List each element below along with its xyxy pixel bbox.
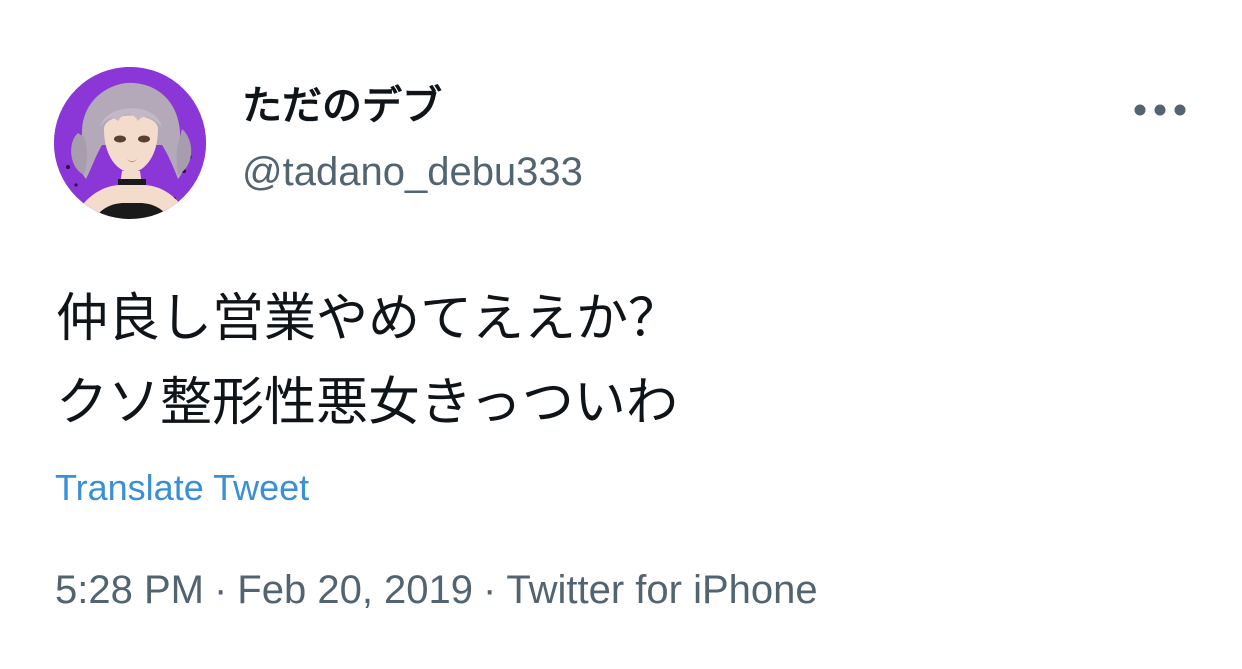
tweet-text-line: 仲良し営業やめてええか？: [56, 289, 681, 349]
display-name[interactable]: ただのデブ: [242, 80, 442, 132]
user-handle[interactable]: @tadano_debu333: [242, 148, 583, 196]
tweet-card: ただのデブ @tadano_debu333 仲良し営業やめてええか？ クソ整形性…: [0, 0, 1242, 669]
tweet-time[interactable]: 5:28 PM: [55, 568, 204, 612]
avatar-image: [54, 67, 206, 219]
separator: ·: [483, 568, 497, 612]
more-options-button[interactable]: [1128, 90, 1192, 130]
tweet-date[interactable]: Feb 20, 2019: [237, 568, 473, 612]
more-horizontal-icon: [1134, 104, 1186, 116]
tweet-text-line: クソ整形性悪女きっついわ: [56, 373, 678, 433]
separator: ·: [213, 568, 228, 612]
tweet-text: 仲良し営業やめてええか？ クソ整形性悪女きっついわ: [56, 277, 1196, 445]
tweet-metadata: 5:28 PM · Feb 20, 2019 · Twitter for iPhone: [55, 565, 818, 615]
avatar[interactable]: [54, 67, 206, 219]
translate-tweet-link[interactable]: Translate Tweet: [55, 466, 309, 510]
tweet-source[interactable]: Twitter for iPhone: [506, 568, 817, 612]
